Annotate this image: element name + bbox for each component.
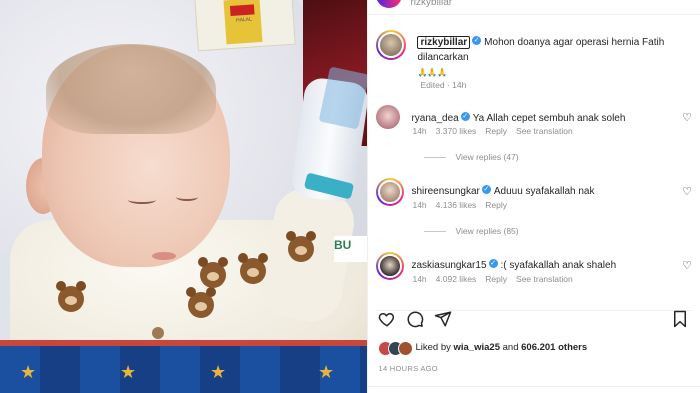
comment-meta: 14h 4.136 likes Reply	[412, 200, 516, 210]
comment-text: Aduuu syafakallah nak	[493, 186, 595, 197]
verified-badge-icon: ✓	[488, 259, 498, 269]
comment-meta: 14h 4.092 likes Reply See translation	[412, 274, 581, 284]
heart-icon[interactable]	[378, 310, 396, 333]
medicine-box: HALAL	[194, 0, 296, 52]
see-translation-link[interactable]: See translation	[516, 126, 573, 136]
comment: shireensungkar ✓ Aduuu syafakallah nak 14h…	[376, 178, 700, 218]
liked-by-prefix: Liked by	[415, 342, 451, 353]
comment-like-heart-icon[interactable]: ♡	[682, 185, 692, 198]
bear-print-icon	[198, 257, 228, 288]
star-icon: ★	[318, 362, 335, 382]
divider	[368, 386, 700, 387]
bear-print-icon	[238, 253, 268, 284]
see-translation-link[interactable]: See translation	[516, 274, 573, 284]
closed-eye-left	[128, 196, 156, 204]
liked-by-user[interactable]: wia_wia25	[454, 342, 500, 353]
comment-text: :( syafakallah anak shaleh	[500, 260, 617, 271]
post-timestamp[interactable]: 14 HOURS AGO	[378, 364, 437, 373]
caption-text-line1: Mohon doanya agar operasi hernia Fatih	[484, 37, 665, 48]
comment-time: 14h	[412, 126, 427, 136]
caption-meta: Edited · 14h	[420, 80, 467, 90]
star-icon: ★	[210, 362, 227, 382]
comment-username[interactable]: shireensungkar	[411, 186, 479, 197]
comment-icon[interactable]	[406, 310, 424, 333]
baby-mouth	[152, 252, 176, 260]
comment-avatar[interactable]	[376, 252, 405, 280]
header-username[interactable]: rizkybillar	[410, 0, 452, 8]
comments-panel: rizkybillar rizkybillar ✓ Mohon doanya aga…	[367, 0, 700, 393]
star-icon: ★	[120, 362, 137, 382]
comment: ryana_dea ✓ Ya Allah cepet sembuh anak sol…	[376, 105, 700, 145]
caption-avatar[interactable]	[376, 30, 407, 60]
comment-likes[interactable]: 4.092 likes	[436, 274, 477, 284]
caption-emoji: 🙏🙏🙏	[417, 68, 448, 77]
verified-badge-icon: ✓	[460, 112, 470, 122]
reply-button[interactable]: Reply	[485, 126, 507, 136]
star-icon: ★	[20, 362, 37, 382]
share-icon[interactable]	[434, 310, 452, 333]
verified-badge-icon: ✓	[472, 36, 482, 46]
caption: rizkybillar ✓ Mohon doanya agar operasi he…	[376, 30, 700, 90]
blanket	[0, 340, 368, 393]
view-replies-button[interactable]: View replies (85)	[424, 226, 518, 236]
liked-by: Liked by wia_wia25 and 606.201 others	[378, 341, 587, 356]
bookmark-icon[interactable]	[672, 310, 688, 333]
comment-likes[interactable]: 3.370 likes	[436, 126, 477, 136]
closed-eye-right	[176, 193, 198, 201]
liker-avatar[interactable]	[398, 341, 414, 356]
comment-like-heart-icon[interactable]: ♡	[682, 111, 692, 124]
liked-by-count[interactable]: 606.201 others	[521, 342, 587, 353]
comment-username[interactable]: zaskiasungkar15	[411, 260, 486, 271]
comment-avatar[interactable]	[376, 105, 401, 129]
instagram-post-view: HALAL BU ★ ★ ★ ★ rizkybillar rizkybillar…	[0, 0, 700, 393]
post-photo[interactable]: HALAL BU ★ ★ ★ ★	[0, 0, 368, 393]
comment-like-heart-icon[interactable]: ♡	[682, 259, 692, 272]
action-bar	[376, 310, 693, 333]
sweater-button	[152, 327, 164, 339]
caption-username[interactable]: rizkybillar	[417, 36, 471, 49]
header-avatar[interactable]	[376, 0, 403, 8]
liked-by-joiner: and	[502, 342, 519, 353]
bear-print-icon	[286, 231, 316, 262]
bear-print-icon	[56, 281, 86, 312]
comment-time: 14h	[412, 200, 427, 210]
baby-hair	[46, 44, 216, 134]
comment-likes[interactable]: 4.136 likes	[436, 200, 477, 210]
comment-text: Ya Allah cepet sembuh anak soleh	[472, 113, 626, 124]
comment-meta: 14h 3.370 likes Reply See translation	[412, 126, 581, 136]
comment-avatar[interactable]	[376, 178, 405, 206]
comment: zaskiasungkar15 ✓:( syafakallah anak shal…	[376, 252, 700, 292]
comment-time: 14h	[412, 274, 427, 284]
comment-username[interactable]: ryana_dea	[411, 113, 458, 124]
caption-text-line2: dilancarkan	[417, 52, 469, 63]
post-header: rizkybillar	[368, 0, 700, 15]
verified-badge-icon: ✓	[481, 185, 491, 195]
view-replies-button[interactable]: View replies (47)	[424, 152, 518, 162]
hospital-sign: BU	[334, 236, 368, 262]
reply-button[interactable]: Reply	[485, 200, 507, 210]
reply-button[interactable]: Reply	[485, 274, 507, 284]
bear-print-icon	[186, 287, 216, 318]
